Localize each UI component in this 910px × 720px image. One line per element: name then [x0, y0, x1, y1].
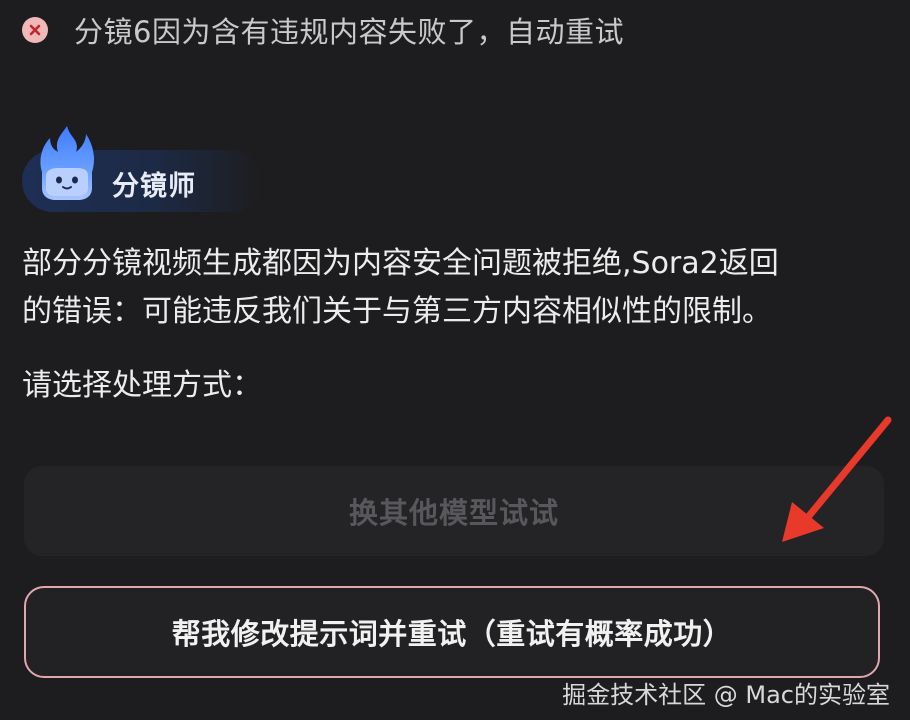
error-icon [22, 17, 48, 43]
agent-chip: 分镜师 [22, 126, 262, 212]
agent-name: 分镜师 [112, 171, 196, 202]
chat-screen: 分镜6因为含有违规内容失败了，自动重试 分镜师 部分分镜视频生成都因为内容安全问… [0, 0, 910, 720]
flame-mascot-icon [36, 124, 98, 204]
status-text: 分镜6因为含有违规内容失败了，自动重试 [74, 15, 624, 49]
choice-prompt: 请选择处理方式： [22, 368, 262, 403]
watermark: 掘金技术社区 @ Mac的实验室 [562, 681, 890, 709]
modify-prompt-retry-button[interactable]: 帮我修改提示词并重试（重试有概率成功） [24, 586, 880, 678]
red-arrow-icon [782, 416, 892, 542]
message-body: 部分分镜视频生成都因为内容安全问题被拒绝,Sora2返回 的错误：可能违反我们关… [22, 240, 882, 336]
status-line: 分镜6因为含有违规内容失败了，自动重试 [22, 8, 624, 52]
message-line-1: 部分分镜视频生成都因为内容安全问题被拒绝,Sora2返回 [22, 246, 779, 281]
message-line-2: 的错误：可能违反我们关于与第三方内容相似性的限制。 [22, 294, 772, 329]
try-other-model-button[interactable]: 换其他模型试试 [24, 466, 884, 556]
